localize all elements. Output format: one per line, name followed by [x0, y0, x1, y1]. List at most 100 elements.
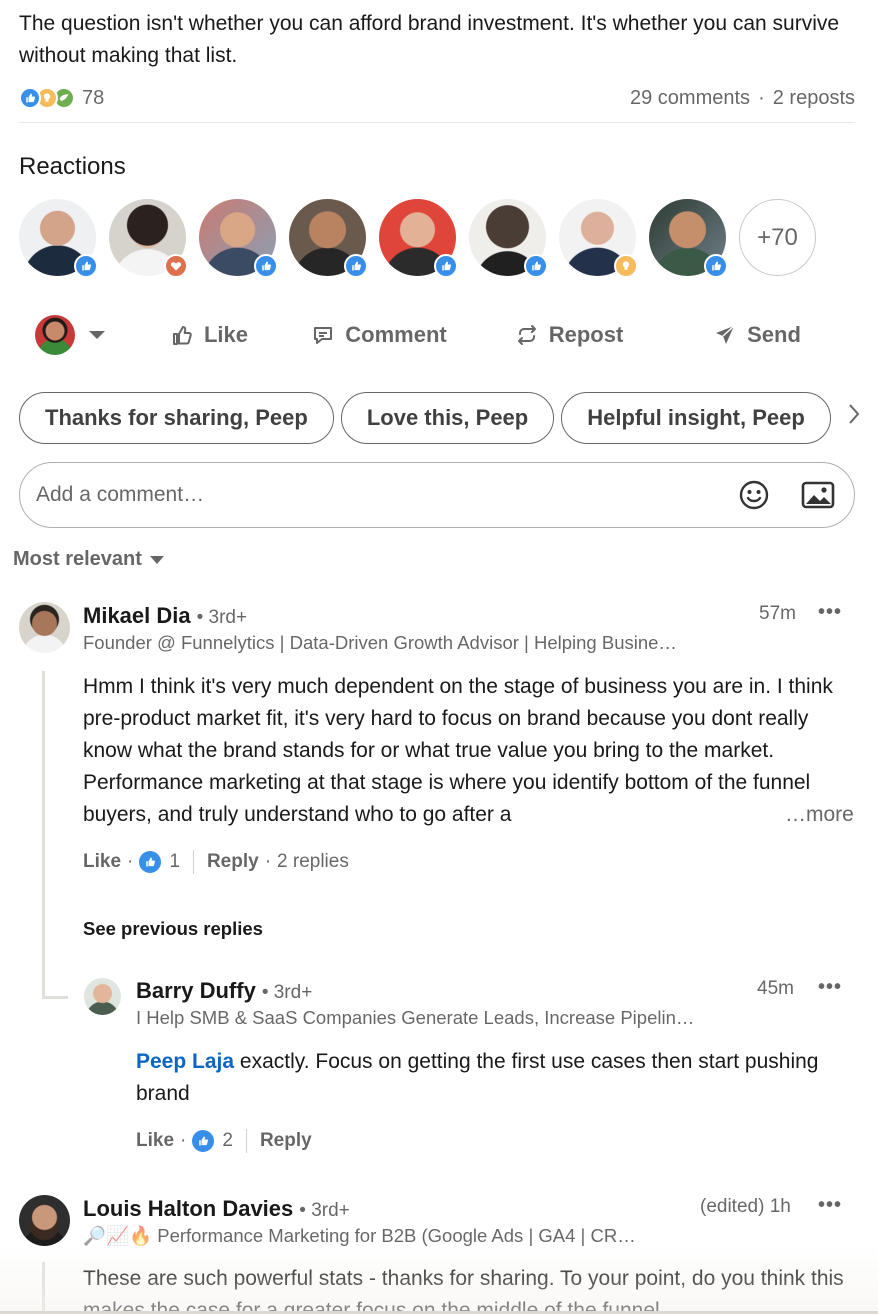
social-right: 29 comments · 2 reposts	[630, 87, 855, 110]
comment-actions: Like · 2 Reply	[136, 1127, 312, 1155]
comment-button[interactable]: Comment	[279, 308, 479, 362]
connection-degree: • 3rd+	[299, 1200, 350, 1221]
chevron-down-icon	[149, 555, 164, 564]
more-options-icon[interactable]: •••	[818, 1194, 842, 1217]
reactor-avatar[interactable]	[469, 199, 548, 278]
post-action-bar: Like Comment Repost Send	[19, 308, 855, 362]
divider	[192, 850, 194, 874]
comment-timestamp: 45m	[757, 978, 794, 999]
reactor-avatar[interactable]	[289, 199, 368, 278]
like-badge-icon	[74, 254, 98, 278]
separator-dot: ·	[264, 851, 272, 872]
comment-author-name[interactable]: Louis Halton Davies	[83, 1196, 293, 1222]
comment-body: Peep Laja exactly. Focus on getting the …	[136, 1046, 836, 1110]
comment-label: Comment	[345, 322, 447, 347]
comment-reply-button[interactable]: Reply	[260, 1130, 312, 1152]
separator-dot: ·	[127, 851, 134, 872]
comment-author-line: Louis Halton Davies • 3rd+	[83, 1196, 350, 1222]
avatar[interactable]	[19, 602, 70, 653]
comment-body: These are such powerful stats - thanks f…	[83, 1263, 858, 1314]
thread-line	[42, 671, 45, 999]
send-label: Send	[747, 322, 801, 347]
actor-selector[interactable]	[19, 315, 139, 355]
quick-reply-chip[interactable]: Helpful insight, Peep	[561, 392, 831, 444]
reactor-avatar[interactable]	[199, 199, 278, 278]
chevron-right-icon[interactable]	[848, 403, 860, 431]
repost-arrows-icon	[517, 325, 536, 345]
comment-text: exactly. Focus on getting the first use …	[136, 1050, 819, 1105]
comment-timestamp: (edited) 1h	[700, 1196, 791, 1217]
chevron-down-icon	[89, 331, 105, 339]
comment-input[interactable]	[36, 483, 710, 507]
avatar[interactable]	[19, 1195, 70, 1246]
reactor-avatar[interactable]	[109, 199, 188, 278]
like-badge-icon	[434, 254, 458, 278]
social-counts-bar: 78 29 comments · 2 reposts	[19, 82, 855, 114]
paper-plane-icon	[716, 325, 735, 344]
comment-author-headline: 🔎📈🔥 Performance Marketing for B2B (Googl…	[83, 1225, 636, 1246]
send-button[interactable]: Send	[659, 308, 855, 362]
comment-box	[19, 462, 855, 528]
avatar[interactable]	[84, 978, 121, 1015]
thread-line	[42, 996, 68, 999]
comments-count[interactable]: 29 comments	[630, 87, 750, 110]
quick-reply-chip[interactable]: Love this, Peep	[340, 392, 555, 444]
reaction-count[interactable]: 78	[82, 87, 104, 110]
smiley-icon[interactable]	[734, 475, 774, 515]
comment-text: Hmm I think it's very much dependent on …	[83, 675, 833, 826]
comment-like-count[interactable]: 1	[169, 851, 180, 873]
reactor-avatar[interactable]	[559, 199, 638, 278]
reaction-summary[interactable]: 78	[19, 87, 104, 110]
love-badge-icon	[164, 254, 188, 278]
like-badge-icon	[344, 254, 368, 278]
image-icon[interactable]	[798, 475, 838, 515]
reactors-row: +70	[19, 199, 816, 278]
like-badge-icon	[254, 254, 278, 278]
comment-author-name[interactable]: Barry Duffy	[136, 978, 256, 1004]
repost-label: Repost	[548, 322, 624, 347]
replies-count[interactable]: 2 replies	[277, 851, 349, 873]
like-reaction-icon	[139, 851, 162, 873]
thumbs-up-icon	[172, 326, 192, 345]
reactor-avatar[interactable]	[19, 199, 98, 278]
more-reactors-button[interactable]: +70	[739, 199, 816, 276]
reactor-avatar[interactable]	[649, 199, 728, 278]
more-options-icon[interactable]: •••	[818, 976, 842, 999]
insightful-badge-icon	[614, 254, 638, 278]
comment-reply-button[interactable]: Reply	[207, 851, 259, 873]
count-separator: ·	[758, 86, 765, 109]
divider	[245, 1129, 247, 1153]
comment-like-button[interactable]: Like	[83, 851, 121, 873]
comment-like-count[interactable]: 2	[222, 1130, 233, 1152]
avatar	[35, 315, 75, 355]
see-more-link[interactable]: …more	[775, 799, 854, 831]
comment-author-headline: I Help SMB & SaaS Companies Generate Lea…	[136, 1007, 695, 1028]
more-options-icon[interactable]: •••	[818, 601, 842, 624]
comment-actions: Like · 1 Reply · 2 replies	[83, 848, 349, 876]
like-button[interactable]: Like	[139, 308, 279, 362]
like-badge-icon	[524, 254, 548, 278]
comment-body: Hmm I think it's very much dependent on …	[83, 671, 858, 831]
sort-dropdown[interactable]: Most relevant	[13, 548, 164, 571]
quick-reply-chip[interactable]: Thanks for sharing, Peep	[19, 392, 334, 444]
reposts-count[interactable]: 2 reposts	[773, 87, 855, 110]
sort-label: Most relevant	[13, 548, 142, 570]
comment-author-line: Barry Duffy • 3rd+	[136, 978, 312, 1004]
connection-degree: • 3rd+	[196, 607, 248, 628]
like-reaction-icon	[192, 1130, 215, 1152]
post-text: The question isn't whether you can affor…	[19, 12, 840, 67]
thread-line	[42, 1262, 45, 1314]
comment-author-name[interactable]: Mikael Dia	[83, 603, 191, 629]
comment-author-line: Mikael Dia • 3rd+	[83, 603, 247, 629]
repost-button[interactable]: Repost	[479, 308, 659, 362]
reactions-title: Reactions	[19, 153, 126, 180]
speech-bubble-icon	[314, 327, 333, 344]
reactor-avatar[interactable]	[379, 199, 458, 278]
see-previous-replies-button[interactable]: See previous replies	[83, 918, 263, 940]
connection-degree: • 3rd+	[261, 982, 313, 1003]
comment-author-headline: Founder @ Funnelytics | Data-Driven Grow…	[83, 632, 677, 653]
mention-link[interactable]: Peep Laja	[136, 1050, 234, 1073]
like-badge-icon	[704, 254, 728, 278]
separator-dot: ·	[180, 1130, 187, 1151]
comment-like-button[interactable]: Like	[136, 1130, 174, 1152]
